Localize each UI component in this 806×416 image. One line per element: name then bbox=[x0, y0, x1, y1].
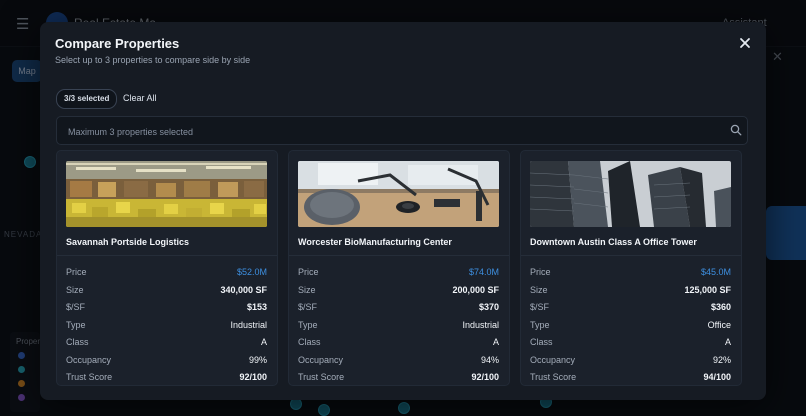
metric-trust-score: Trust Score 92/100 bbox=[66, 372, 267, 385]
property-card[interactable]: Worcester BioManufacturing Center Price … bbox=[288, 150, 510, 386]
metric-label: $/SF bbox=[530, 302, 550, 312]
metric-value: 92% bbox=[712, 354, 731, 365]
metric-value: $370 bbox=[478, 302, 499, 312]
metric-label: Size bbox=[66, 284, 84, 295]
metric-value: Industrial bbox=[230, 319, 267, 330]
metric-label: $/SF bbox=[66, 302, 86, 312]
metric-price-per-sf: $/SF $153 bbox=[66, 302, 267, 316]
metric-label: Trust Score bbox=[298, 372, 345, 382]
metric-value: $45.0M bbox=[700, 267, 731, 277]
property-card[interactable]: Savannah Portside Logistics Price $52.0M… bbox=[56, 150, 278, 386]
metric-occupancy: Occupancy 92% bbox=[530, 355, 731, 369]
metric-value: 99% bbox=[248, 354, 267, 365]
metric-value: $360 bbox=[710, 302, 731, 312]
clear-all-button[interactable]: Clear All bbox=[120, 89, 160, 107]
metric-label: Price bbox=[298, 267, 319, 277]
divider bbox=[289, 255, 509, 256]
metric-price: Price $74.0M bbox=[298, 267, 499, 281]
divider bbox=[521, 255, 741, 256]
metric-price-per-sf: $/SF $370 bbox=[298, 302, 499, 316]
metric-size: Size 340,000 SF bbox=[66, 285, 267, 299]
office-towers-photo bbox=[530, 161, 731, 227]
metric-label: Occupancy bbox=[298, 354, 344, 365]
selection-count-badge: 3/3 selected bbox=[56, 89, 118, 109]
metric-value: 92/100 bbox=[239, 372, 267, 382]
metric-label: Occupancy bbox=[66, 354, 112, 365]
metric-label: Trust Score bbox=[530, 372, 577, 382]
metric-value: Industrial bbox=[462, 319, 499, 330]
metric-label: $/SF bbox=[298, 302, 318, 312]
property-name: Downtown Austin Class A Office Tower bbox=[530, 237, 697, 247]
metric-value: A bbox=[492, 337, 499, 347]
metric-label: Size bbox=[298, 284, 316, 295]
metric-label: Type bbox=[298, 319, 318, 330]
property-name: Worcester BioManufacturing Center bbox=[298, 237, 452, 247]
metric-value: $74.0M bbox=[468, 267, 499, 277]
divider bbox=[57, 255, 277, 256]
property-name: Savannah Portside Logistics bbox=[66, 237, 190, 247]
warehouse-photo bbox=[66, 161, 267, 227]
metric-trust-score: Trust Score 94/100 bbox=[530, 372, 731, 385]
metric-value: 92/100 bbox=[471, 372, 499, 382]
metric-class: Class A bbox=[530, 337, 731, 351]
metric-label: Size bbox=[530, 284, 548, 295]
metric-value: 340,000 SF bbox=[220, 284, 267, 295]
property-search-input[interactable] bbox=[66, 117, 710, 146]
metric-value: 94/100 bbox=[703, 372, 731, 382]
metric-label: Type bbox=[66, 319, 86, 330]
metric-label: Class bbox=[298, 337, 321, 347]
close-icon bbox=[740, 38, 750, 48]
property-cards: Savannah Portside Logistics Price $52.0M… bbox=[56, 150, 750, 400]
metric-value: A bbox=[724, 337, 731, 347]
metric-occupancy: Occupancy 99% bbox=[66, 355, 267, 369]
search-icon bbox=[730, 124, 742, 136]
metric-class: Class A bbox=[298, 337, 499, 351]
metric-value: A bbox=[260, 337, 267, 347]
metric-value: Office bbox=[707, 319, 731, 330]
property-search-box[interactable] bbox=[56, 116, 748, 146]
metric-type: Type Industrial bbox=[66, 320, 267, 334]
metric-type: Type Office bbox=[530, 320, 731, 334]
metric-value: $153 bbox=[246, 302, 267, 312]
metric-label: Trust Score bbox=[66, 372, 113, 382]
metric-label: Price bbox=[66, 267, 87, 277]
metric-label: Class bbox=[66, 337, 89, 347]
property-card[interactable]: Downtown Austin Class A Office Tower Pri… bbox=[520, 150, 742, 386]
modal-subtitle: Select up to 3 properties to compare sid… bbox=[55, 55, 251, 65]
metric-type: Type Industrial bbox=[298, 320, 499, 334]
compare-properties-modal: Compare Properties Select up to 3 proper… bbox=[40, 22, 766, 400]
metric-price-per-sf: $/SF $360 bbox=[530, 302, 731, 316]
close-button[interactable] bbox=[736, 34, 754, 52]
metric-occupancy: Occupancy 94% bbox=[298, 355, 499, 369]
metric-value: 94% bbox=[480, 354, 499, 365]
metric-label: Occupancy bbox=[530, 354, 576, 365]
metric-label: Type bbox=[530, 319, 550, 330]
lab-workspace-photo bbox=[298, 161, 499, 227]
metric-price: Price $52.0M bbox=[66, 267, 267, 281]
metric-size: Size 200,000 SF bbox=[298, 285, 499, 299]
modal-title: Compare Properties bbox=[55, 36, 180, 51]
metric-class: Class A bbox=[66, 337, 267, 351]
metric-price: Price $45.0M bbox=[530, 267, 731, 281]
metric-value: 200,000 SF bbox=[452, 284, 499, 295]
metric-value: 125,000 SF bbox=[684, 284, 731, 295]
metric-label: Price bbox=[530, 267, 551, 277]
metric-trust-score: Trust Score 92/100 bbox=[298, 372, 499, 385]
metric-value: $52.0M bbox=[236, 267, 267, 277]
metric-size: Size 125,000 SF bbox=[530, 285, 731, 299]
metric-label: Class bbox=[530, 337, 553, 347]
